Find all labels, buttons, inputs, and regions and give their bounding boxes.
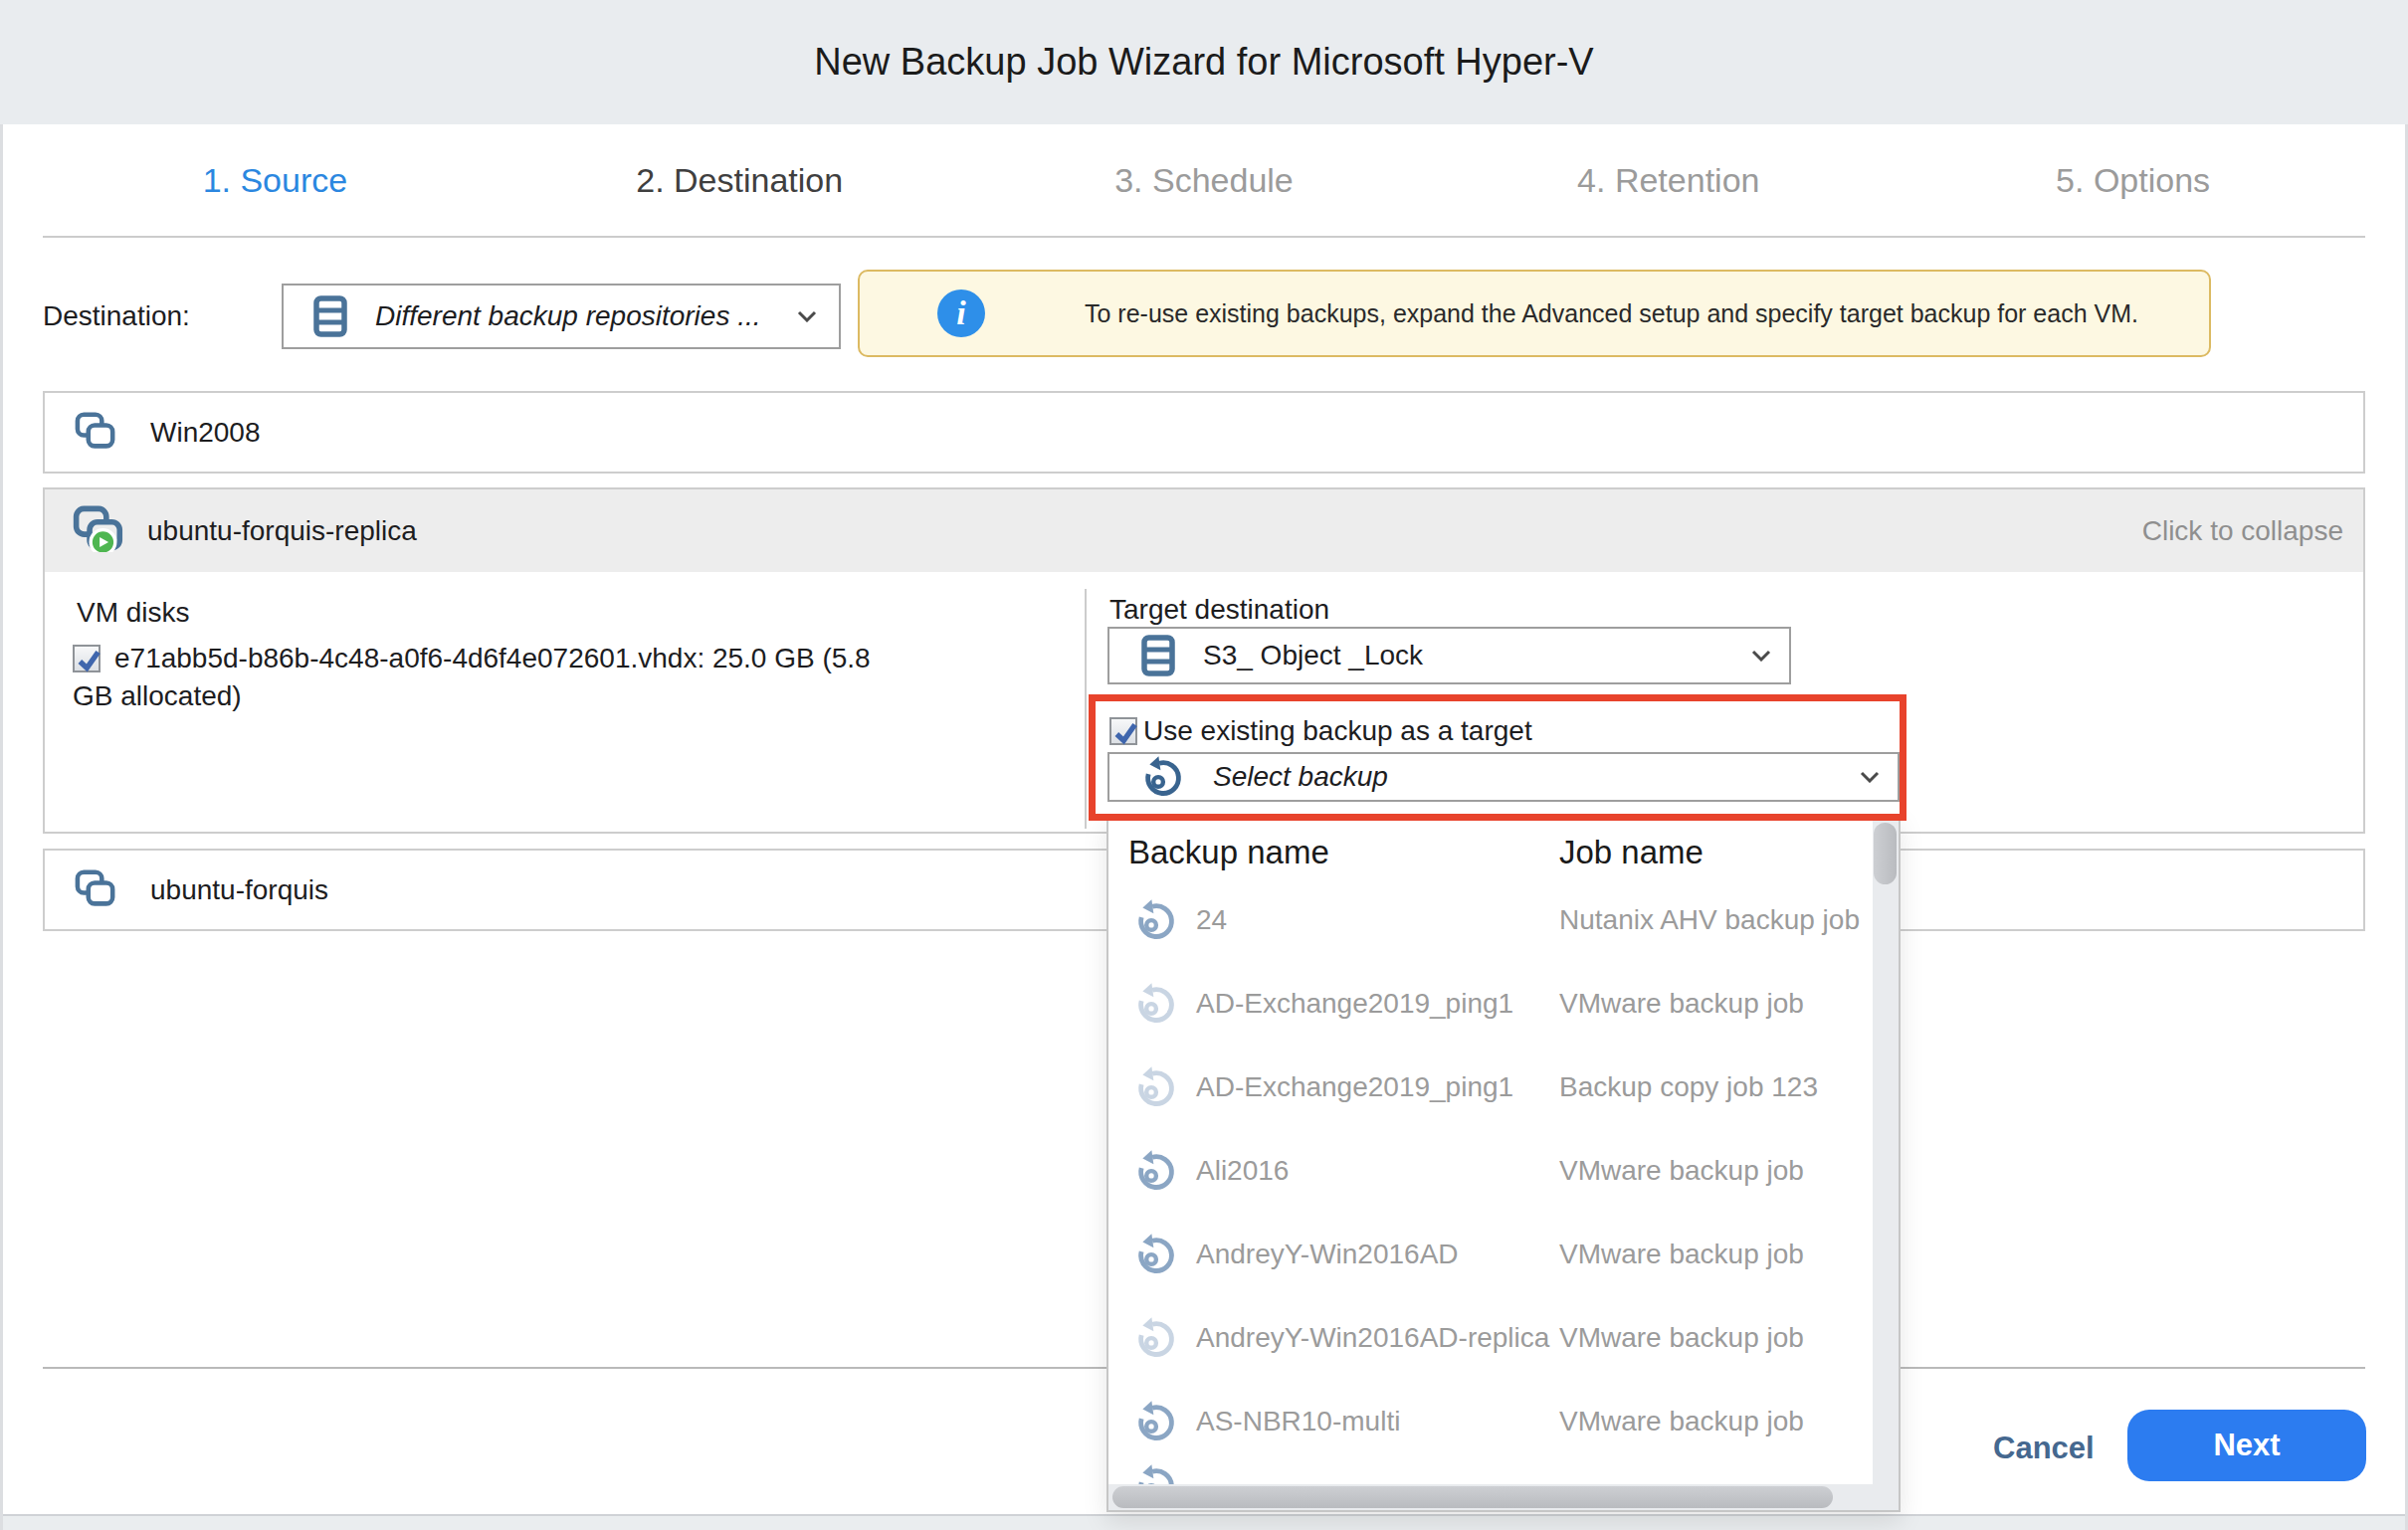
job-name: VMware backup job [1559, 1322, 1804, 1354]
collapse-hint: Click to collapse [2142, 515, 2343, 547]
job-name: VMware backup job [1559, 1406, 1804, 1437]
tab-destination[interactable]: 2. Destination [507, 124, 972, 236]
backup-name: AndreyY-Win2016AD-replica [1196, 1322, 1549, 1354]
info-text: To re-use existing backups, expand the A… [1085, 299, 2138, 328]
vm-row-win2008[interactable]: Win2008 [43, 391, 2365, 474]
backup-list-item[interactable]: 24 Nutanix AHV backup job [1108, 878, 1899, 962]
disk-label: e71abb5d-b86b-4c48-a0f6-4d6f4e072601.vhd… [73, 643, 871, 711]
backup-icon [1141, 755, 1185, 799]
target-destination-value: S3_ Object _Lock [1203, 640, 1423, 671]
target-destination-label: Target destination [1109, 594, 1329, 626]
backup-name: AD-Exchange2019_ping1 [1196, 988, 1513, 1020]
vm-icon [75, 869, 116, 907]
select-backup-placeholder: Select backup [1213, 761, 1388, 793]
job-name: VMware backup job [1559, 1155, 1804, 1187]
info-banner: i To re-use existing backups, expand the… [858, 270, 2211, 357]
wizard-title: New Backup Job Wizard for Microsoft Hype… [814, 41, 1593, 84]
wizard-header: New Backup Job Wizard for Microsoft Hype… [0, 0, 2408, 124]
tab-label: 2. Destination [636, 161, 843, 200]
job-name: Backup copy job 123 [1559, 1071, 1818, 1103]
repository-icon [1141, 635, 1175, 676]
vm-name: ubuntu-forquis-replica [147, 515, 417, 547]
vm-disks-label: VM disks [77, 597, 190, 629]
backup-name: 24 [1196, 904, 1227, 936]
backup-name: AD-Exchange2019_ping1 [1196, 1071, 1513, 1103]
next-button[interactable]: Next [2127, 1410, 2366, 1481]
panel-divider [1085, 589, 1087, 829]
vm-icon [75, 412, 116, 450]
job-name-column-header: Job name [1559, 834, 1704, 871]
use-existing-label: Use existing backup as a target [1143, 715, 1532, 747]
vm-name: ubuntu-forquis [150, 874, 328, 906]
backup-icon [1141, 755, 1185, 799]
tab-options[interactable]: 5. Options [1901, 124, 2365, 236]
disk-checkbox[interactable] [73, 645, 100, 672]
vm-icon [75, 869, 116, 911]
tab-schedule[interactable]: 3. Schedule [972, 124, 1437, 236]
target-destination-select[interactable]: S3_ Object _Lock [1107, 627, 1791, 684]
destination-label: Destination: [43, 300, 190, 332]
vm-replica-icon [73, 505, 124, 552]
backup-list-item[interactable]: AndreyY-Win2016AD VMware backup job [1108, 1213, 1899, 1296]
backup-icon [1134, 1149, 1178, 1193]
backup-icon [1134, 1233, 1178, 1276]
backup-icon [1134, 898, 1178, 942]
vertical-scrollbar-track[interactable] [1873, 816, 1899, 1510]
backup-name-column-header: Backup name [1128, 834, 1329, 871]
backup-dropdown-list: Backup name Job name 24 Nutanix AHV back… [1106, 814, 1901, 1512]
cancel-button[interactable]: Cancel [1993, 1431, 2095, 1466]
vm-disk-item: e71abb5d-b86b-4c48-a0f6-4d6f4e072601.vhd… [73, 640, 885, 715]
vm-name: Win2008 [150, 417, 261, 449]
vm-row-ubuntu-forquis-replica[interactable]: ubuntu-forquis-replica Click to collapse [43, 487, 2365, 574]
vm-replica-icon [73, 505, 124, 556]
horizontal-scrollbar-thumb[interactable] [1112, 1486, 1833, 1508]
backup-icon [1134, 982, 1178, 1026]
backup-list-item[interactable]: AD-Exchange2019_ping1 VMware backup job [1108, 962, 1899, 1046]
vertical-scrollbar-thumb[interactable] [1874, 823, 1897, 884]
bottom-strip [0, 1514, 2408, 1530]
backup-list-item[interactable]: AD-Exchange2019_ping1 Backup copy job 12… [1108, 1046, 1899, 1129]
backup-icon [1134, 1316, 1178, 1360]
select-backup-dropdown[interactable]: Select backup [1107, 752, 1900, 802]
destination-value: Different backup repositories ... [375, 300, 761, 332]
backup-name: AS-NBR10-multi [1196, 1406, 1400, 1437]
backup-icon [1134, 1065, 1178, 1109]
window-edge-left [0, 124, 3, 1530]
tab-label: 5. Options [2056, 161, 2210, 200]
backup-list-item[interactable]: AndreyY-Win2016AD-replica VMware backup … [1108, 1296, 1899, 1380]
use-existing-checkbox[interactable] [1109, 717, 1137, 745]
chevron-down-icon [1860, 771, 1880, 783]
repository-icon [313, 295, 347, 337]
backup-icon [1134, 1400, 1178, 1443]
chevron-down-icon [1751, 650, 1771, 662]
backup-list-item[interactable]: Ali2016 VMware backup job [1108, 1129, 1899, 1213]
tab-retention[interactable]: 4. Retention [1436, 124, 1901, 236]
backup-name: Ali2016 [1196, 1155, 1289, 1187]
backup-name: AndreyY-Win2016AD [1196, 1239, 1459, 1270]
vm-icon [75, 412, 116, 454]
tab-label: 1. Source [203, 161, 348, 200]
destination-select[interactable]: Different backup repositories ... [282, 284, 841, 349]
chevron-down-icon [797, 310, 817, 322]
tab-label: 4. Retention [1577, 161, 1759, 200]
wizard-steps: 1. Source 2. Destination 3. Schedule 4. Ret… [43, 124, 2365, 236]
tab-label: 3. Schedule [1114, 161, 1294, 200]
tab-source[interactable]: 1. Source [43, 124, 507, 236]
job-name: VMware backup job [1559, 988, 1804, 1020]
tabs-divider [43, 236, 2365, 238]
job-name: VMware backup job [1559, 1239, 1804, 1270]
job-name: Nutanix AHV backup job [1559, 904, 1860, 936]
info-icon: i [937, 289, 985, 337]
use-existing-backup-option[interactable]: Use existing backup as a target [1109, 715, 1532, 747]
backup-list-item[interactable]: AS-NBR10-multi VMware backup job [1108, 1380, 1899, 1463]
